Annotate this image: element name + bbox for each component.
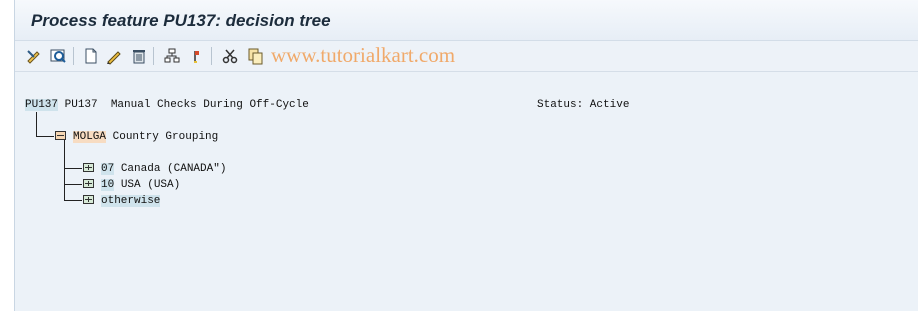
child-key: 10 — [101, 179, 115, 191]
tree-child-node[interactable]: 10 USA (USA) — [101, 178, 180, 192]
child-text: Canada (CANADA") — [120, 163, 227, 175]
watermark-text: www.tutorialkart.com — [271, 43, 456, 67]
display-icon[interactable] — [49, 47, 67, 65]
tree-connector — [36, 136, 54, 137]
tree-child-node[interactable]: 07 Canada (CANADA") — [101, 162, 226, 176]
status-text: Status: Active — [537, 99, 630, 111]
folder-closed-icon[interactable] — [83, 195, 94, 204]
page-title: Process feature PU137: decision tree — [31, 11, 331, 30]
window-frame: Process feature PU137: decision tree www… — [14, 0, 918, 311]
copy-icon[interactable] — [246, 47, 264, 65]
folder-closed-icon[interactable] — [83, 179, 94, 188]
child-key: 07 — [101, 163, 115, 175]
child-key: otherwise — [101, 195, 161, 207]
cut-icon[interactable] — [221, 47, 239, 65]
root-text: PU137 Manual Checks During Off-Cycle — [64, 99, 309, 111]
toolbar-separator — [153, 47, 154, 65]
level1-key: MOLGA — [73, 131, 107, 143]
level1-text: Country Grouping — [112, 131, 219, 143]
tree-connector — [64, 140, 65, 201]
create-icon[interactable] — [82, 47, 100, 65]
tree-root-node[interactable]: PU137 PU137 Manual Checks During Off-Cyc… — [25, 98, 309, 112]
child-text: USA (USA) — [120, 179, 181, 191]
structure-icon[interactable] — [163, 47, 181, 65]
delete-icon[interactable] — [130, 47, 148, 65]
toolbar-separator — [211, 47, 212, 65]
decision-tree-area: PU137 PU137 Manual Checks During Off-Cyc… — [15, 72, 918, 311]
tree-child-node[interactable]: otherwise — [101, 194, 161, 208]
tree-level1-node[interactable]: MOLGA Country Grouping — [73, 130, 218, 144]
edit-icon[interactable] — [25, 47, 43, 65]
tree-connector — [64, 200, 82, 201]
root-key: PU137 — [25, 99, 59, 111]
flag-icon[interactable] — [187, 47, 205, 65]
title-bar: Process feature PU137: decision tree — [15, 0, 918, 41]
folder-open-icon[interactable] — [55, 131, 66, 140]
tree-connector — [64, 168, 82, 169]
tree-connector — [36, 112, 37, 137]
toolbar-separator — [73, 47, 74, 65]
tree-connector — [64, 184, 82, 185]
application-toolbar: www.tutorialkart.com — [15, 41, 918, 72]
folder-closed-icon[interactable] — [83, 163, 94, 172]
change-icon[interactable] — [105, 47, 123, 65]
